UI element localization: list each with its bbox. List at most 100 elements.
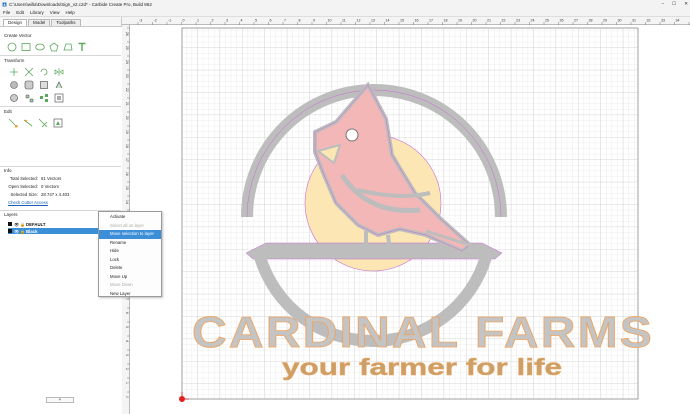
join-tool-icon[interactable] <box>54 80 64 90</box>
top-ruler-label: 7 <box>284 19 286 23</box>
tab-design[interactable]: Design <box>3 19 28 26</box>
bbox-tool-icon[interactable] <box>53 118 63 128</box>
left-ruler-label: 20 <box>125 116 129 120</box>
group-tool-icon[interactable] <box>54 93 64 103</box>
top-ruler-label: 6 <box>270 19 272 23</box>
left-ruler-label: 1 <box>125 382 129 384</box>
context-delete[interactable]: Delete <box>99 264 161 273</box>
divider <box>0 166 121 167</box>
open-selected-label: Open Selected: <box>8 184 38 189</box>
top-ruler-label: 26 <box>560 19 564 23</box>
context-move-selection-to-layer[interactable]: Move selection to layer <box>99 230 161 239</box>
circle-tool-icon[interactable] <box>7 42 17 52</box>
boolean-tool-icon[interactable] <box>24 80 34 90</box>
canvas-drawing[interactable]: CARDINAL FARMS your farmer for life <box>130 25 690 414</box>
rectangle-tool-icon[interactable] <box>21 42 31 52</box>
top-ruler-label: 23 <box>516 19 520 23</box>
info-heading: Info <box>4 168 12 173</box>
tagline-text: your farmer for life <box>282 354 562 380</box>
top-ruler-label: 28 <box>589 19 593 23</box>
top-ruler-label: 0 <box>183 19 185 23</box>
headline-text: CARDINAL FARMS <box>192 308 654 357</box>
left-ruler-label: 7 <box>125 298 129 300</box>
layer-color-swatch[interactable] <box>8 222 12 226</box>
left-ruler-label: 23 <box>125 74 129 78</box>
add-layer-button[interactable]: + <box>46 397 74 403</box>
selected-size-value: 28.747 x 4.403 <box>41 192 70 197</box>
top-ruler-label: 22 <box>502 19 506 23</box>
node-edit-tool-icon[interactable] <box>8 118 18 128</box>
context-move-down[interactable]: Move Down <box>99 281 161 290</box>
left-ruler-label: 21 <box>125 102 129 106</box>
context-select-all-on-layer[interactable]: Select all on layer <box>99 222 161 231</box>
minimize-button[interactable]: – <box>662 1 665 7</box>
top-ruler-label: 9 <box>313 19 315 23</box>
menu-file[interactable]: File <box>3 10 10 15</box>
close-button[interactable]: ✕ <box>684 1 688 7</box>
left-ruler-label: 14 <box>125 200 129 204</box>
menu-bar: File Edit Library View Help <box>0 9 690 17</box>
top-ruler-label: 21 <box>487 19 491 23</box>
top-ruler-label: 33 <box>661 19 665 23</box>
top-ruler-label: 13 <box>371 19 375 23</box>
tab-model[interactable]: Model <box>28 19 51 26</box>
top-ruler-label: 30 <box>618 19 622 23</box>
tagline-text-group: your farmer for life <box>282 354 563 381</box>
left-ruler-label: 6 <box>125 312 129 314</box>
lock-icon[interactable]: 🔒 <box>20 222 25 227</box>
menu-edit[interactable]: Edit <box>16 10 24 15</box>
layer-color-swatch[interactable] <box>8 229 12 233</box>
top-ruler-label: 34 <box>676 19 680 23</box>
visibility-eye-icon[interactable]: 👁 <box>14 222 19 227</box>
context-lock[interactable]: Lock <box>99 256 161 265</box>
top-ruler-label: 11 <box>342 19 346 23</box>
polyline-tool-icon[interactable] <box>63 42 73 52</box>
top-ruler-label: 17 <box>429 19 433 23</box>
offset-tool-icon[interactable] <box>9 80 19 90</box>
context-activate[interactable]: Activate <box>99 213 161 222</box>
context-new-layer[interactable]: New Layer <box>99 290 161 299</box>
trim-tool-icon[interactable] <box>23 118 33 128</box>
top-ruler-label: 1 <box>197 19 199 23</box>
ellipse-tool-icon[interactable] <box>35 42 45 52</box>
check-cutter-access-link[interactable]: Check Cutter Access <box>8 200 48 205</box>
menu-library[interactable]: Library <box>30 10 44 15</box>
polygon-tool-icon[interactable] <box>49 42 59 52</box>
context-hide[interactable]: Hide <box>99 247 161 256</box>
title-bar: C:\Users\willa\Downloads\Sign_v2.c2d* - … <box>0 0 690 9</box>
move-tool-icon[interactable] <box>9 67 19 77</box>
open-selected-row: Open Selected: 0 Vectors <box>8 184 59 189</box>
layers-heading: Layers <box>4 212 18 217</box>
top-ruler-label: -2 <box>154 19 157 23</box>
lock-icon[interactable]: 🔒 <box>20 229 25 234</box>
design-canvas[interactable]: CARDINAL FARMS your farmer for life <box>130 25 690 414</box>
context-rename[interactable]: Rename <box>99 239 161 248</box>
window-title: C:\Users\willa\Downloads\Sign_v2.c2d* - … <box>9 2 152 7</box>
panel-tabs: Design Model Toolpaths <box>3 19 81 26</box>
carbide-create-window: C:\Users\willa\Downloads\Sign_v2.c2d* - … <box>0 0 690 414</box>
left-ruler-label: 18 <box>125 144 129 148</box>
maximize-button[interactable]: ☐ <box>672 1 676 7</box>
tab-toolpaths[interactable]: Toolpaths <box>51 19 81 26</box>
top-ruler-label: 14 <box>386 19 390 23</box>
total-selected-row: Total Selected: 61 Vectors <box>8 176 62 181</box>
mirror-tool-icon[interactable] <box>54 67 64 77</box>
left-ruler-label: 17 <box>125 158 129 162</box>
left-ruler-label: 24 <box>125 60 129 64</box>
weld-tool-icon[interactable] <box>9 93 19 103</box>
array-tool-icon[interactable] <box>24 93 34 103</box>
top-ruler-label: -3 <box>139 19 142 23</box>
rotate-tool-icon[interactable] <box>39 67 49 77</box>
text-tool-icon[interactable] <box>77 42 87 52</box>
fillet-tool-icon[interactable] <box>38 118 48 128</box>
menu-view[interactable]: View <box>50 10 60 15</box>
menu-help[interactable]: Help <box>65 10 74 15</box>
nest-tool-icon[interactable] <box>39 93 49 103</box>
visibility-eye-icon[interactable]: 👁 <box>14 229 19 234</box>
scale-tool-icon[interactable] <box>24 67 34 77</box>
align-tool-icon[interactable] <box>39 80 49 90</box>
context-move-up[interactable]: Move Up <box>99 273 161 282</box>
left-ruler-label: 15 <box>125 186 129 190</box>
left-ruler-label: 4 <box>125 340 129 342</box>
top-ruler-label: 2 <box>212 19 214 23</box>
